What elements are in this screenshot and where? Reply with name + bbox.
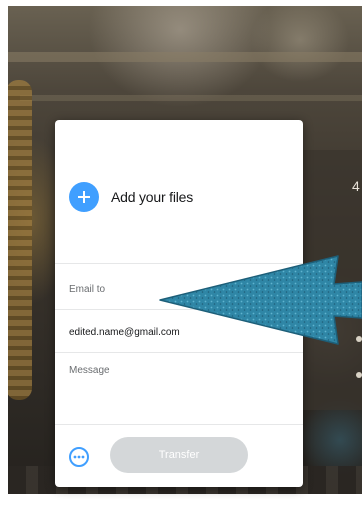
email-to-field[interactable] [69,280,289,298]
screenshot-border-left [0,0,8,508]
background-text-fragment [356,336,362,342]
background-text-fragment [356,298,362,304]
background-headline-fragment: 4 [352,178,360,194]
your-email-field[interactable] [69,323,289,341]
background-rope [6,80,32,400]
plus-icon[interactable] [69,182,99,212]
transfer-button[interactable]: Transfer [110,437,248,473]
upload-card: Add your files Transfer [55,120,303,487]
screenshot-border-top [0,0,362,6]
add-files-label: Add your files [111,189,194,205]
background-beam [0,52,362,62]
more-options-icon[interactable] [68,446,90,468]
add-files-button[interactable]: Add your files [69,182,193,212]
background-text-fragment [356,372,362,378]
divider [55,309,303,310]
message-field[interactable] [69,365,289,385]
screenshot-border-bottom [0,494,362,508]
divider [55,424,303,425]
divider [55,263,303,264]
divider [55,352,303,353]
background-beam [20,95,362,101]
